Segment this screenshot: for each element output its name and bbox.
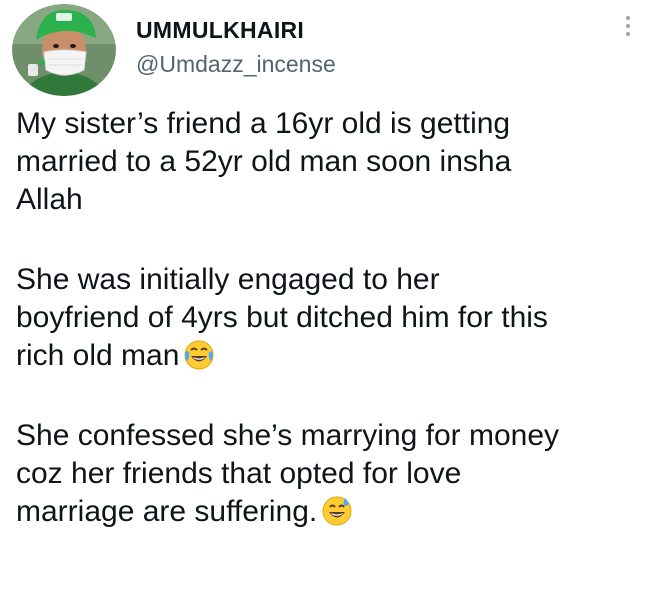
- tweet-line: rich old man: [16, 339, 180, 372]
- user-names: UMMULKHAIRI @Umdazz_incense: [136, 16, 336, 78]
- grinning-face-with-sweat-icon: [322, 496, 352, 526]
- tweet-text: My sister’s friend a 16yr old is getting…: [16, 105, 648, 573]
- tweet-line-with-emoji: marriage are suffering.: [16, 493, 648, 531]
- tweet-paragraph-1: My sister’s friend a 16yr old is getting…: [16, 105, 648, 219]
- user-handle[interactable]: @Umdazz_incense: [136, 50, 336, 78]
- avatar[interactable]: [12, 4, 116, 96]
- tweet-line: She was initially engaged to her: [16, 263, 440, 296]
- avatar-image: [12, 4, 116, 96]
- tweet-line-with-emoji: rich old man: [16, 337, 648, 375]
- face-with-tears-of-joy-icon: [184, 340, 214, 370]
- tweet-line: Allah: [16, 183, 83, 216]
- tweet-header: UMMULKHAIRI @Umdazz_incense: [12, 4, 648, 96]
- tweet-line: married to a 52yr old man soon insha: [16, 145, 512, 178]
- display-name[interactable]: UMMULKHAIRI: [136, 16, 336, 44]
- tweet-paragraph-2: She was initially engaged to her boyfrie…: [16, 261, 648, 375]
- tweet-line: She confessed she’s marrying for money: [16, 419, 560, 452]
- tweet-line: boyfriend of 4yrs but ditched him for th…: [16, 301, 548, 334]
- tweet-paragraph-3: She confessed she’s marrying for money c…: [16, 417, 648, 531]
- tweet-line: marriage are suffering.: [16, 495, 318, 528]
- tweet-line: coz her friends that opted for love: [16, 457, 462, 490]
- more-vertical-icon[interactable]: [622, 12, 634, 40]
- tweet-line: My sister’s friend a 16yr old is getting: [16, 107, 511, 140]
- tweet: UMMULKHAIRI @Umdazz_incense My sister’s …: [0, 0, 660, 592]
